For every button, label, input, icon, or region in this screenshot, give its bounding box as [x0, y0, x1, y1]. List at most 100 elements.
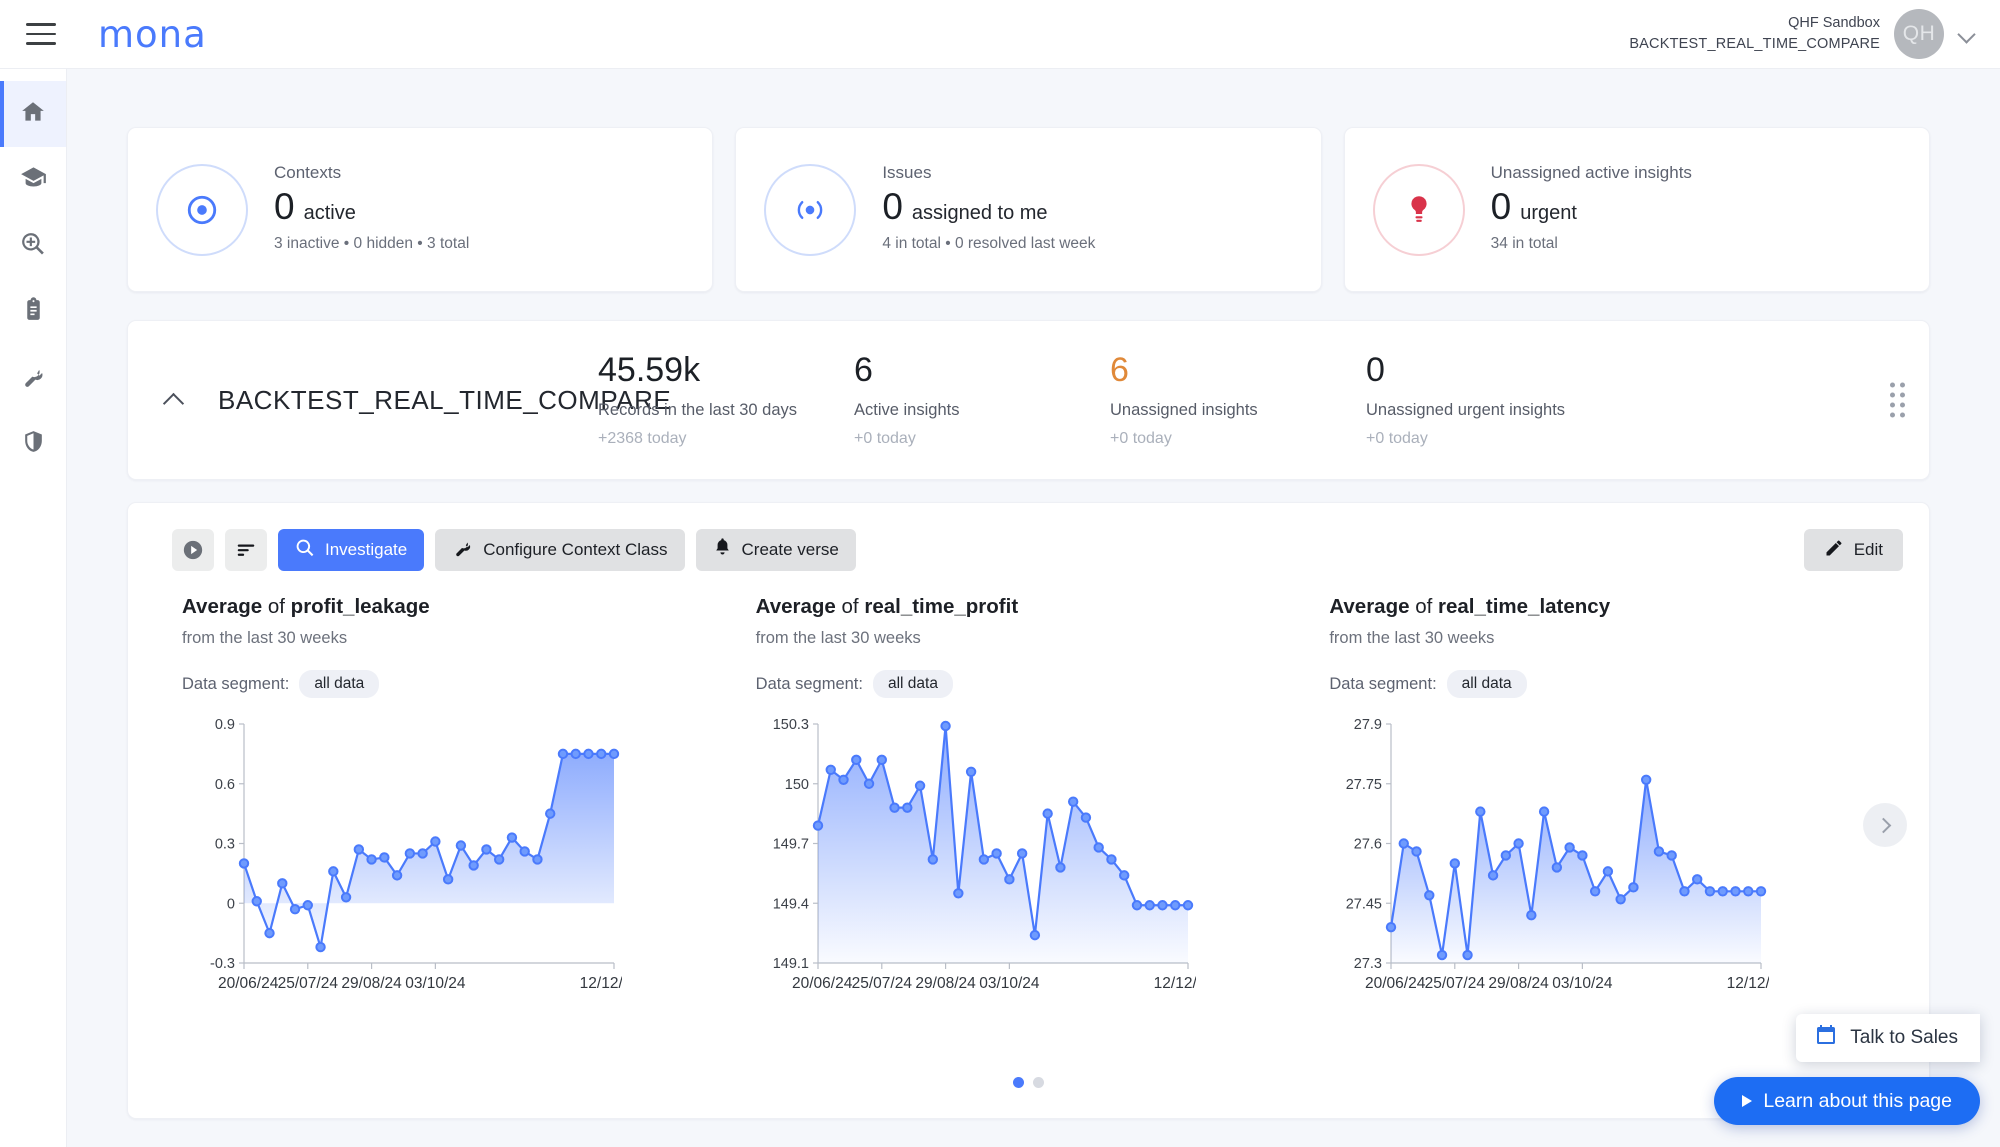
- carousel-next-button[interactable]: [1863, 803, 1907, 847]
- svg-text:25/07/24: 25/07/24: [278, 975, 339, 992]
- svg-text:150: 150: [784, 777, 808, 793]
- svg-text:149.7: 149.7: [772, 837, 808, 853]
- chart-plot-area[interactable]: 27.3 27.45 27.6 27.75 27.9 20/06/24 25/07/24 29…: [1329, 712, 1875, 1028]
- metric-records: 45.59k Records in the last 30 days +2368…: [598, 350, 854, 448]
- svg-text:12/12/24: 12/12/24: [1727, 975, 1769, 992]
- carousel-dot-2[interactable]: [1033, 1077, 1044, 1088]
- svg-text:-0.3: -0.3: [210, 956, 235, 972]
- account-area: QHF Sandbox BACKTEST_REAL_TIME_COMPARE Q…: [1629, 9, 1978, 59]
- menu-hamburger-icon[interactable]: [26, 23, 56, 45]
- metric-value: 6: [1110, 350, 1129, 389]
- edit-label: Edit: [1853, 540, 1883, 559]
- carousel-dots: [128, 1077, 1929, 1088]
- chart-metric-name: real_time_latency: [1438, 595, 1611, 618]
- sidebar-item-security[interactable]: [0, 411, 66, 477]
- chart-metric-name: real_time_profit: [864, 595, 1019, 618]
- app-logo[interactable]: mona: [98, 13, 207, 56]
- chart-title: Average of profit_leakage: [182, 595, 728, 619]
- svg-text:27.45: 27.45: [1346, 896, 1382, 912]
- metric-unassigned-urgent-insights: 0 Unassigned urgent insights +0 today: [1366, 350, 1666, 448]
- summary-metrics: 45.59k Records in the last 30 days +2368…: [598, 350, 1929, 448]
- shield-icon: [21, 429, 46, 459]
- sort-lines-icon[interactable]: [225, 529, 267, 571]
- stat-value: 0: [1490, 186, 1512, 227]
- charts-toolbar: Investigate Configure Context Class Crea…: [128, 529, 1929, 571]
- chevron-down-icon[interactable]: [1958, 24, 1978, 44]
- sidebar-item-investigate[interactable]: [0, 213, 66, 279]
- sidebar: [0, 69, 67, 1147]
- sidebar-item-configuration[interactable]: [0, 345, 66, 411]
- svg-text:27.3: 27.3: [1354, 956, 1382, 972]
- metric-value: 0: [1366, 350, 1385, 389]
- stat-unit: active: [303, 202, 356, 224]
- pencil-icon: [1824, 538, 1844, 563]
- graduation-cap-icon: [20, 164, 47, 196]
- data-segment-value[interactable]: all data: [1446, 670, 1527, 698]
- stat-label: Contexts: [274, 163, 342, 182]
- stat-value: 0: [882, 186, 903, 227]
- stat-card-contexts[interactable]: Contexts 0 active 3 inactive • 0 hidden …: [127, 127, 714, 292]
- target-dot-icon: [156, 163, 248, 256]
- learn-about-page-button[interactable]: Learn about this page: [1714, 1077, 1980, 1125]
- calendar-icon: [1814, 1023, 1838, 1053]
- sidebar-item-home[interactable]: [0, 81, 66, 147]
- metric-label: Records in the last 30 days: [598, 401, 798, 420]
- svg-text:25/07/24: 25/07/24: [851, 975, 912, 992]
- account-name: QHF Sandbox: [1788, 14, 1880, 31]
- svg-text:0: 0: [227, 896, 235, 912]
- data-segment-row: Data segment: all data: [756, 670, 1302, 698]
- talk-to-sales-button[interactable]: Talk to Sales: [1796, 1014, 1980, 1062]
- svg-text:03/10/24: 03/10/24: [1553, 975, 1614, 992]
- configure-context-class-button[interactable]: Configure Context Class: [435, 529, 685, 571]
- svg-text:12/12/24: 12/12/24: [580, 975, 622, 992]
- clipboard-icon: [21, 297, 46, 327]
- svg-text:03/10/24: 03/10/24: [405, 975, 466, 992]
- chart-metric-name: profit_leakage: [290, 595, 430, 618]
- data-segment-label: Data segment:: [182, 674, 290, 693]
- svg-text:29/08/24: 29/08/24: [915, 975, 976, 992]
- stat-label: Unassigned active insights: [1490, 163, 1692, 182]
- sidebar-item-reports[interactable]: [0, 279, 66, 345]
- svg-text:149.4: 149.4: [772, 896, 808, 912]
- carousel-dot-1[interactable]: [1013, 1077, 1024, 1088]
- svg-text:0.6: 0.6: [215, 777, 235, 793]
- talk-to-sales-label: Talk to Sales: [1850, 1027, 1958, 1048]
- metric-unassigned-insights: 6 Unassigned insights +0 today: [1110, 350, 1366, 448]
- svg-text:03/10/24: 03/10/24: [979, 975, 1040, 992]
- svg-text:25/07/24: 25/07/24: [1425, 975, 1486, 992]
- investigate-label: Investigate: [325, 540, 408, 559]
- metric-delta: +0 today: [1110, 430, 1172, 448]
- create-verse-button[interactable]: Create verse: [695, 529, 856, 571]
- play-triangle-icon: [1742, 1095, 1753, 1107]
- svg-text:27.6: 27.6: [1354, 837, 1382, 853]
- metric-delta: +0 today: [1366, 430, 1428, 448]
- svg-text:27.9: 27.9: [1354, 717, 1382, 733]
- data-segment-value[interactable]: all data: [872, 670, 953, 698]
- chart-title-prefix: Average: [1329, 595, 1410, 618]
- stat-unit: assigned to me: [911, 202, 1048, 224]
- metric-value: 45.59k: [598, 350, 701, 389]
- svg-text:20/06/24: 20/06/24: [218, 975, 279, 992]
- avatar[interactable]: QH: [1894, 9, 1944, 59]
- play-circle-icon[interactable]: [172, 529, 214, 571]
- chart-plot-area[interactable]: 149.1 149.4 149.7 150 150.3 20/06/24 25/07/24 2…: [756, 712, 1302, 1028]
- stat-card-unassigned-insights[interactable]: Unassigned active insights 0 urgent 34 i…: [1343, 127, 1930, 292]
- data-segment-value[interactable]: all data: [299, 670, 380, 698]
- collapse-chevron-up-icon[interactable]: [150, 390, 196, 414]
- chart-plot-area[interactable]: -0.3 0 0.3 0.6 0.9 20/06/24 25/07/24 29/08/24 03…: [182, 712, 728, 1028]
- stat-cards-row: Contexts 0 active 3 inactive • 0 hidden …: [67, 69, 2000, 292]
- svg-text:12/12/24: 12/12/24: [1153, 975, 1195, 992]
- edit-button[interactable]: Edit: [1803, 529, 1903, 571]
- data-segment-row: Data segment: all data: [182, 670, 728, 698]
- context-summary-panel: BACKTEST_REAL_TIME_COMPARE 45.59k Record…: [127, 320, 1930, 480]
- investigate-button[interactable]: Investigate: [278, 529, 425, 571]
- charts-row: Average of profit_leakage from the last …: [128, 571, 1929, 1028]
- svg-text:20/06/24: 20/06/24: [792, 975, 853, 992]
- account-text: QHF Sandbox BACKTEST_REAL_TIME_COMPARE: [1629, 13, 1880, 55]
- top-bar: mona QHF Sandbox BACKTEST_REAL_TIME_COMP…: [0, 0, 2000, 69]
- stat-card-issues[interactable]: Issues 0 assigned to me 4 in total • 0 r…: [735, 127, 1322, 292]
- svg-text:27.75: 27.75: [1346, 777, 1382, 793]
- drag-handle-grip-icon[interactable]: [1890, 382, 1905, 418]
- home-icon: [20, 99, 46, 130]
- sidebar-item-academy[interactable]: [0, 147, 66, 213]
